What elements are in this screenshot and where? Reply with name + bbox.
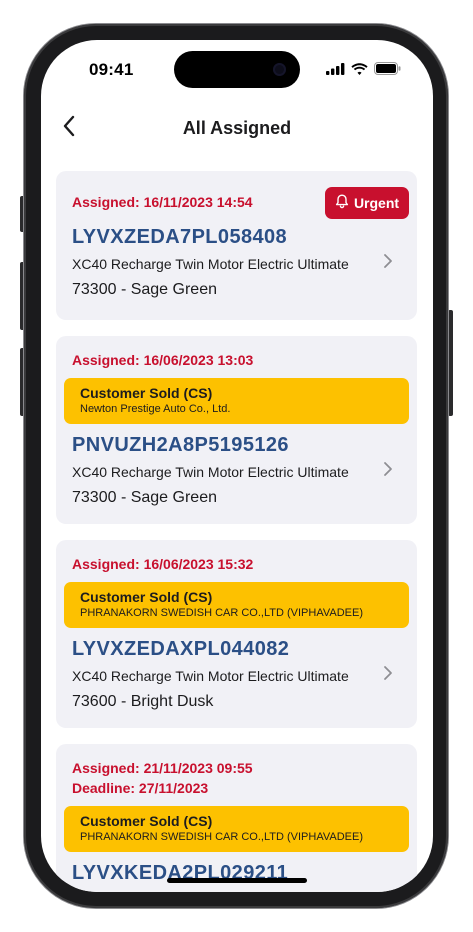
assigned-list: Assigned: 16/11/2023 14:54 Urgent LYVXZE… <box>56 171 417 892</box>
battery-icon <box>374 62 401 80</box>
customer-sold-banner: Customer Sold (CS) Newton Prestige Auto … <box>64 378 409 424</box>
chevron-right-icon <box>383 460 393 483</box>
cellular-signal-icon <box>326 62 345 80</box>
sold-status-title: Customer Sold (CS) <box>80 589 213 605</box>
customer-sold-banner: Customer Sold (CS) PHRANAKORN SWEDISH CA… <box>64 582 409 628</box>
assigned-card[interactable]: Assigned: 16/11/2023 14:54 Urgent LYVXZE… <box>56 171 417 320</box>
vin-number: LYVXZEDA7PL058408 <box>72 226 288 248</box>
chevron-right-icon <box>383 664 393 687</box>
model-name: XC40 Recharge Twin Motor Electric Ultima… <box>72 256 349 272</box>
model-name: XC40 Recharge Twin Motor Electric Ultima… <box>72 464 349 480</box>
exterior-color: 73300 - Sage Green <box>72 281 217 298</box>
dealer-name: PHRANAKORN SWEDISH CAR CO.,LTD (VIPHAVAD… <box>80 607 363 619</box>
assigned-date: Assigned: 16/06/2023 15:32 <box>72 556 254 572</box>
vin-number: PNVUZH2A8P5195126 <box>72 434 289 456</box>
model-row: XC40 Recharge Twin Motor Electric Ultima… <box>64 462 409 482</box>
deadline-date: Deadline: 27/11/2023 <box>72 780 209 796</box>
exterior-color: 73300 - Sage Green <box>72 489 217 506</box>
navigation-bar: All Assigned <box>41 110 433 150</box>
assigned-date: Assigned: 21/11/2023 09:55 <box>72 760 253 776</box>
device-stage: 09:41 All Assigned Assigned: 16/11/2023 … <box>0 0 473 932</box>
urgent-label: Urgent <box>353 195 400 211</box>
dynamic-island <box>174 51 300 88</box>
status-icons <box>326 62 401 80</box>
bell-icon <box>335 194 349 212</box>
home-indicator[interactable] <box>167 878 307 883</box>
status-time: 09:41 <box>89 60 134 79</box>
assigned-card[interactable]: Assigned: 16/06/2023 13:03 Customer Sold… <box>56 336 417 524</box>
wifi-icon <box>351 62 368 80</box>
page-title: All Assigned <box>182 118 292 138</box>
app-screen: 09:41 All Assigned Assigned: 16/11/2023 … <box>41 40 433 892</box>
exterior-color: 73600 - Bright Dusk <box>72 693 214 710</box>
front-camera <box>273 63 286 76</box>
model-row: XC40 Recharge Twin Motor Electric Ultima… <box>64 666 409 686</box>
sold-status-title: Customer Sold (CS) <box>80 385 213 401</box>
model-name: XC40 Recharge Twin Motor Electric Ultima… <box>72 668 349 684</box>
assigned-date: Assigned: 16/06/2023 13:03 <box>72 352 254 368</box>
urgent-badge: Urgent <box>325 187 409 219</box>
power-button <box>448 310 453 416</box>
customer-sold-banner: Customer Sold (CS) PHRANAKORN SWEDISH CA… <box>64 806 409 852</box>
chevron-right-icon <box>383 252 393 275</box>
dealer-name: PHRANAKORN SWEDISH CAR CO.,LTD (VIPHAVAD… <box>80 831 363 843</box>
dealer-name: Newton Prestige Auto Co., Ltd. <box>80 403 231 415</box>
assigned-card[interactable]: Assigned: 16/06/2023 15:32 Customer Sold… <box>56 540 417 728</box>
model-row: XC40 Recharge Twin Motor Electric Ultima… <box>64 254 409 274</box>
assigned-card[interactable]: Assigned: 21/11/2023 09:55 Deadline: 27/… <box>56 744 417 892</box>
vin-number: LYVXZEDAXPL044082 <box>72 638 290 660</box>
sold-status-title: Customer Sold (CS) <box>80 813 213 829</box>
